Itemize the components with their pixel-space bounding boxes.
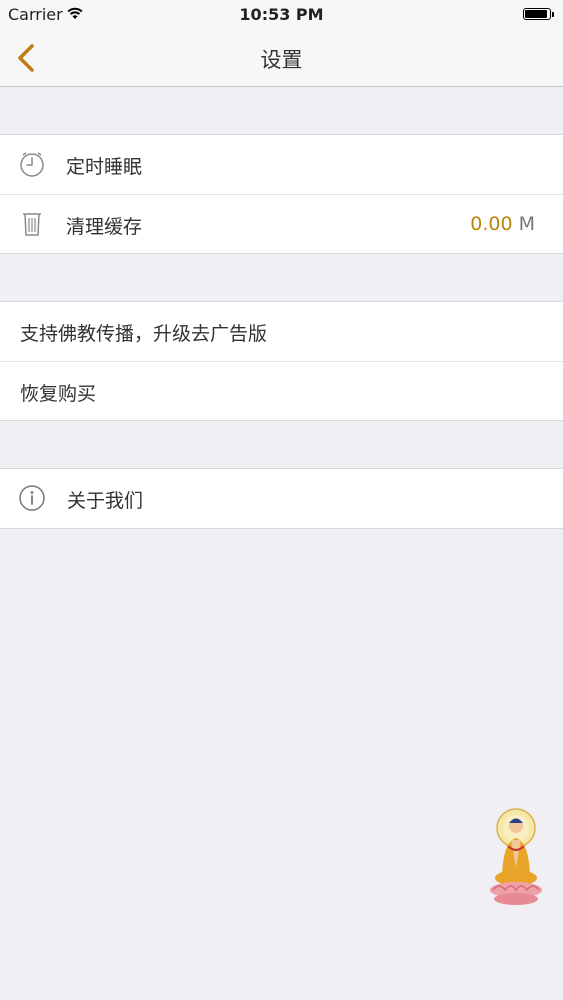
cache-size-unit: M xyxy=(518,213,535,235)
screen: Carrier 10:53 PM 设置 定时睡眠 清理缓存 0.00 M 支持佛… xyxy=(0,0,563,1000)
restore-purchase-row[interactable]: 恢复购买 xyxy=(0,361,563,420)
restore-purchase-label: 恢复购买 xyxy=(20,383,97,405)
trash-icon xyxy=(23,213,41,236)
upgrade-ad-free-row[interactable]: 支持佛教传播，升级去广告版 xyxy=(0,302,563,361)
battery-icon xyxy=(523,8,554,20)
settings-group-about: 关于我们 xyxy=(0,468,563,529)
sleep-timer-label: 定时睡眠 xyxy=(66,156,143,178)
page-title: 设置 xyxy=(260,48,303,72)
status-bar: Carrier 10:53 PM xyxy=(0,0,563,30)
alarm-clock-icon xyxy=(20,152,44,177)
clear-cache-label: 清理缓存 xyxy=(66,216,143,238)
settings-group-purchase: 支持佛教传播，升级去广告版 恢复购买 xyxy=(0,301,563,421)
status-time: 10:53 PM xyxy=(239,5,324,24)
navigation-bar: 设置 xyxy=(0,30,563,87)
about-us-row[interactable]: 关于我们 xyxy=(0,469,563,528)
buddha-icon[interactable] xyxy=(485,806,547,908)
info-icon xyxy=(19,485,45,511)
cache-size-value: 0.00 xyxy=(470,213,513,235)
about-us-label: 关于我们 xyxy=(67,490,144,512)
sleep-timer-row[interactable]: 定时睡眠 xyxy=(0,135,563,194)
settings-group-general: 定时睡眠 清理缓存 0.00 M xyxy=(0,134,563,254)
cache-size: 0.00 M xyxy=(470,213,535,235)
clear-cache-row[interactable]: 清理缓存 0.00 M xyxy=(0,194,563,253)
upgrade-ad-free-label: 支持佛教传播，升级去广告版 xyxy=(20,323,268,345)
